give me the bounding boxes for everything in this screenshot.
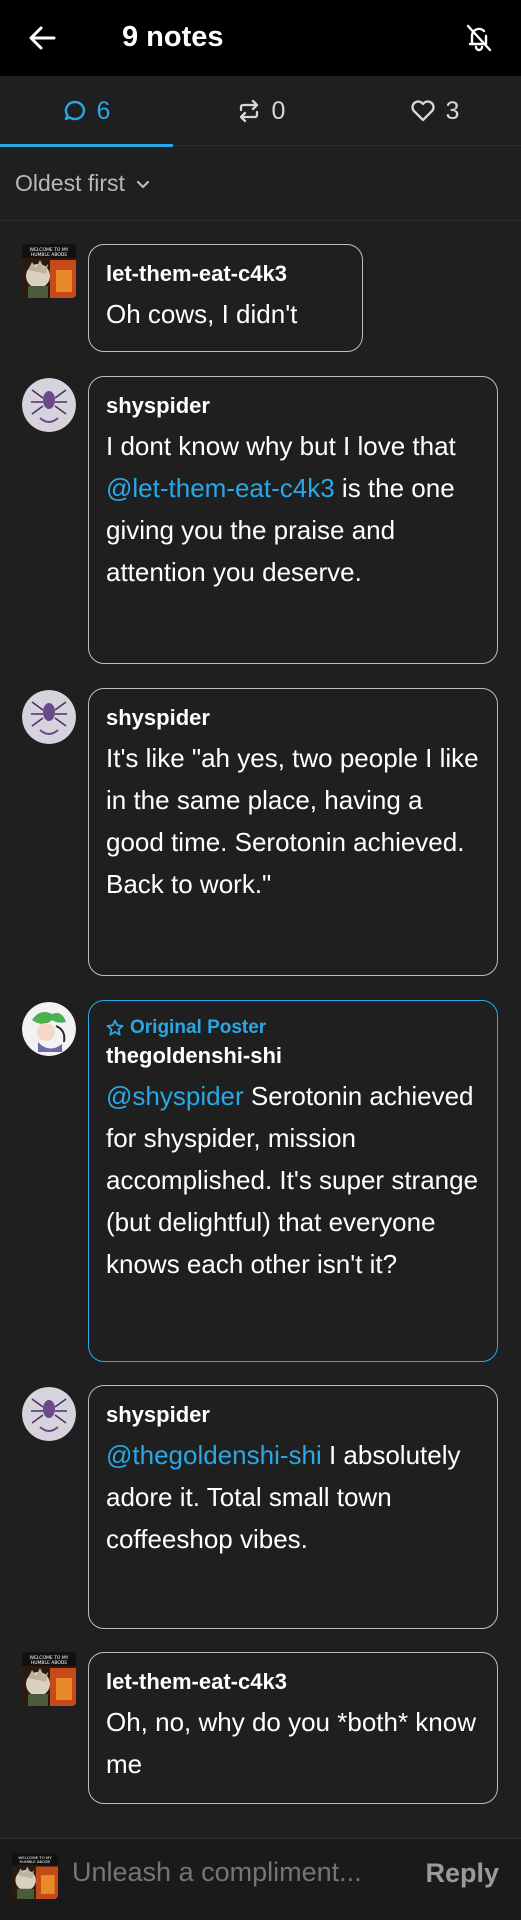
original-poster-badge: Original Poster: [106, 1015, 481, 1041]
reply-bar: WELCOME TO MY HUMBLE ABODE Reply: [0, 1838, 521, 1920]
comment-text: I dont know why but I love that @let-the…: [106, 425, 481, 593]
spider-avatar-icon: [22, 378, 76, 432]
comment-author[interactable]: shyspider: [106, 1400, 481, 1430]
tab-comments[interactable]: 6: [0, 76, 173, 147]
comment-author[interactable]: shyspider: [106, 391, 481, 421]
text-segment: I dont know why but I love that: [106, 431, 456, 461]
comment-bubble: shyspider @thegoldenshi-shi I absolutely…: [88, 1385, 498, 1629]
comment-bubble: let-them-eat-c4k3 Oh, no, why do you *bo…: [88, 1652, 498, 1804]
divider: [0, 220, 521, 221]
mention-link[interactable]: @thegoldenshi-shi: [106, 1440, 322, 1470]
star-icon: [106, 1019, 124, 1036]
chevron-down-icon: [136, 180, 150, 188]
arrow-left-icon: [29, 26, 56, 50]
comment-author[interactable]: let-them-eat-c4k3: [106, 1667, 481, 1697]
op-avatar-icon: [22, 1002, 76, 1056]
likes-count: 3: [445, 96, 460, 125]
spider-avatar-icon: [22, 1387, 76, 1441]
tab-reblogs[interactable]: 0: [174, 76, 347, 146]
spider-avatar-icon: [22, 690, 76, 744]
comments-count: 6: [96, 96, 111, 125]
page-title: 9 notes: [122, 21, 224, 53]
comment-text: It's like "ah yes, two people I like in …: [106, 743, 479, 899]
meme-avatar-icon: WELCOME TO MY HUMBLE ABODE: [22, 244, 76, 298]
my-avatar: WELCOME TO MY HUMBLE ABODE: [12, 1853, 58, 1899]
comment-icon: [64, 100, 85, 121]
comment-author[interactable]: shyspider: [106, 703, 481, 733]
reblogs-count: 0: [271, 96, 286, 125]
mention-link[interactable]: @let-them-eat-c4k3: [106, 473, 335, 503]
svg-text:HUMBLE ABODE: HUMBLE ABODE: [31, 252, 68, 258]
meme-avatar-icon: WELCOME TO MY HUMBLE ABODE: [12, 1853, 58, 1899]
comment-bubble: shyspider It's like "ah yes, two people …: [88, 688, 498, 976]
comment-text: @thegoldenshi-shi I absolutely adore it.…: [106, 1434, 481, 1560]
avatar[interactable]: [22, 1387, 76, 1441]
back-button[interactable]: [22, 18, 62, 58]
tab-likes[interactable]: 3: [348, 76, 521, 146]
notes-tabs: 6 0 3: [0, 76, 521, 147]
sort-label: Oldest first: [15, 170, 125, 196]
avatar[interactable]: [22, 378, 76, 432]
bell-off-icon: [466, 24, 492, 52]
reply-input[interactable]: [72, 1857, 402, 1888]
reblog-icon: [239, 99, 258, 123]
avatar[interactable]: WELCOME TO MY HUMBLE ABODE: [22, 244, 76, 298]
avatar[interactable]: [22, 1002, 76, 1056]
svg-text:HUMBLE ABODE: HUMBLE ABODE: [31, 1660, 68, 1666]
meme-avatar-icon: WELCOME TO MY HUMBLE ABODE: [22, 1652, 76, 1706]
comment-author[interactable]: thegoldenshi-shi: [106, 1041, 481, 1071]
top-bar: 9 notes: [0, 0, 521, 76]
comment-bubble-op: Original Poster thegoldenshi-shi @shyspi…: [88, 1000, 498, 1362]
op-label-text: Original Poster: [130, 1017, 267, 1038]
comment-bubble: let-them-eat-c4k3 Oh cows, I didn't: [88, 244, 363, 352]
avatar[interactable]: [22, 690, 76, 744]
sort-dropdown[interactable]: Oldest first: [15, 170, 151, 197]
reply-button[interactable]: Reply: [425, 1858, 499, 1889]
heart-icon: [410, 100, 435, 122]
mention-link[interactable]: @shyspider: [106, 1081, 244, 1111]
comment-text: @shyspider Serotonin achieved for shyspi…: [106, 1075, 481, 1285]
comment-author[interactable]: let-them-eat-c4k3: [106, 259, 346, 289]
svg-text:HUMBLE ABODE: HUMBLE ABODE: [20, 1859, 52, 1864]
comment-text: Oh, no, why do you *both* know me: [106, 1707, 477, 1779]
comment-text: Oh cows, I didn't: [106, 299, 298, 329]
mute-notifications-button[interactable]: [459, 18, 499, 58]
comment-bubble: shyspider I dont know why but I love tha…: [88, 376, 498, 664]
avatar[interactable]: WELCOME TO MY HUMBLE ABODE: [22, 1652, 76, 1706]
